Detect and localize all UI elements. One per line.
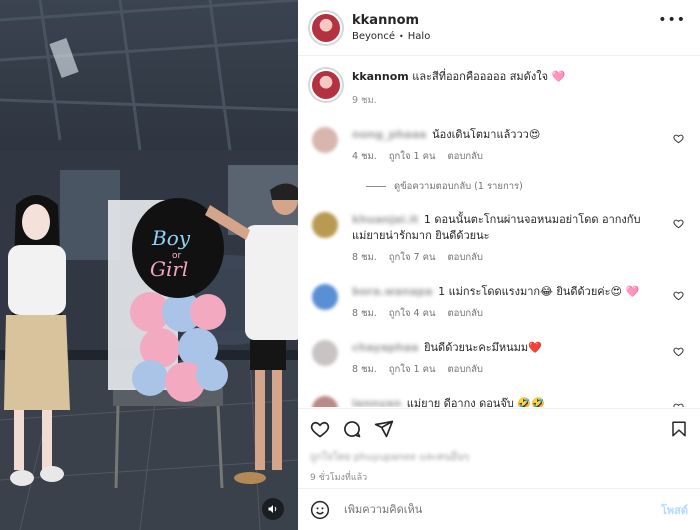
commenter-avatar[interactable]: [312, 127, 338, 153]
video-frame: Boy or Girl: [0, 0, 298, 530]
comment-time: 8 ชม.: [352, 364, 377, 375]
comment-item: lannyan แม่ยาย ดีอากง ดอนจุ๊บ 🤣🤣: [310, 396, 686, 407]
commenter-avatar[interactable]: [312, 396, 338, 407]
caption-avatar[interactable]: [310, 69, 342, 101]
commenter-username[interactable]: bora.wanapa: [352, 285, 433, 298]
comment-text: แม่ยาย ดีอากง ดอนจุ๊บ 🤣🤣: [406, 397, 545, 407]
comment-time: 8 ชม.: [352, 252, 377, 263]
audio-artist: Beyoncé: [352, 31, 396, 42]
comment-likes[interactable]: ถูกใจ 1 คน: [389, 149, 436, 165]
add-comment-bar: โพสต์: [298, 488, 700, 530]
heart-icon[interactable]: [673, 218, 684, 229]
commenter-avatar[interactable]: [312, 340, 338, 366]
balloon-text-boy: Boy: [151, 226, 191, 250]
reply-button[interactable]: ตอบกลับ: [447, 149, 483, 165]
comment-input[interactable]: [344, 503, 661, 516]
comments-list[interactable]: kkannom และสีที่ออกคือออออ สมดังใจ 🩷 9 ช…: [298, 57, 700, 407]
replies-divider: [366, 186, 386, 187]
save-button[interactable]: [670, 419, 688, 439]
comment-button[interactable]: [342, 419, 362, 439]
emoji-button[interactable]: [310, 500, 330, 520]
like-button[interactable]: [310, 419, 330, 439]
heart-icon[interactable]: [673, 402, 684, 407]
commenter-avatar[interactable]: [312, 212, 338, 238]
author-username[interactable]: kkannom: [352, 13, 430, 28]
post-panel: kkannom Beyoncé • Halo ••• kkannom และสี…: [298, 0, 700, 530]
caption-time: 9 ชม.: [352, 95, 377, 106]
heart-icon[interactable]: [673, 133, 684, 144]
view-replies-label: ดูข้อความตอบกลับ (1 รายการ): [394, 181, 523, 192]
comment-text: 1 แม่กระโดดแรงมาก😂 ยินดีด้วยค่ะ😍 🩷: [438, 285, 640, 298]
post-caption: kkannom และสีที่ออกคือออออ สมดังใจ 🩷 9 ช…: [310, 69, 686, 109]
separator-dot: •: [399, 32, 404, 41]
comment-item: nong_phaaa น้องเดินโตมาแล้ววว😍 4 ชม. ถูก…: [310, 127, 686, 165]
heart-icon[interactable]: [673, 290, 684, 301]
comment-time: 8 ชม.: [352, 308, 377, 319]
volume-icon: [268, 505, 277, 513]
comment-time: 4 ชม.: [352, 151, 377, 162]
view-replies[interactable]: ดูข้อความตอบกลับ (1 รายการ): [366, 179, 686, 194]
comment-likes[interactable]: ถูกใจ 1 คน: [389, 362, 436, 378]
commenter-username[interactable]: khuanjai.it: [352, 213, 418, 226]
comment-item: chayaphaa ยินดีด้วยนะคะมึหนมม❤️ 8 ชม. ถู…: [310, 340, 686, 378]
share-button[interactable]: [374, 419, 394, 439]
heart-icon[interactable]: [673, 346, 684, 357]
post-media[interactable]: Boy or Girl: [0, 0, 298, 530]
commenter-username[interactable]: nong_phaaa: [352, 128, 427, 141]
post-header: kkannom Beyoncé • Halo •••: [298, 0, 700, 56]
comment-item: khuanjai.it 1 ดอนนั้นตะโกนผ่านจอหนมอย่าโ…: [310, 212, 686, 266]
comment-likes[interactable]: ถูกใจ 4 คน: [389, 306, 436, 322]
post-timestamp[interactable]: 9 ชั่วโมงที่แล้ว: [310, 470, 367, 484]
commenter-username[interactable]: lannyan: [352, 397, 401, 407]
commenter-avatar[interactable]: [312, 284, 338, 310]
emoji-icon: [310, 500, 330, 519]
action-bar: [298, 408, 700, 448]
comment-text: น้องเดินโตมาแล้ววว😍: [432, 128, 541, 141]
reply-button[interactable]: ตอบกลับ: [447, 250, 483, 266]
comment-text: ยินดีด้วยนะคะมึหนมม❤️: [424, 341, 542, 354]
commenter-username[interactable]: chayaphaa: [352, 341, 419, 354]
bookmark-icon: [672, 421, 686, 436]
caption-text: และสีที่ออกคือออออ สมดังใจ 🩷: [412, 70, 566, 83]
audio-track: Halo: [407, 31, 431, 42]
heart-icon: [310, 421, 330, 437]
comment-item: bora.wanapa 1 แม่กระโดดแรงมาก😂 ยินดีด้วย…: [310, 284, 686, 322]
balloon-text-girl: Girl: [150, 257, 188, 281]
reply-button[interactable]: ตอบกลับ: [447, 306, 483, 322]
comment-icon: [344, 420, 361, 437]
likes-summary[interactable]: ถูกใจโดย phuyupanee และคนอื่นๆ: [310, 450, 469, 465]
post-comment-button[interactable]: โพสต์: [661, 501, 688, 519]
caption-username[interactable]: kkannom: [352, 70, 409, 83]
more-icon[interactable]: •••: [658, 12, 686, 28]
mute-button[interactable]: [262, 498, 284, 520]
send-icon: [374, 420, 394, 437]
audio-info[interactable]: Beyoncé • Halo: [352, 31, 430, 42]
comment-likes[interactable]: ถูกใจ 7 คน: [389, 250, 436, 266]
author-avatar[interactable]: [310, 11, 342, 44]
reply-button[interactable]: ตอบกลับ: [447, 362, 483, 378]
